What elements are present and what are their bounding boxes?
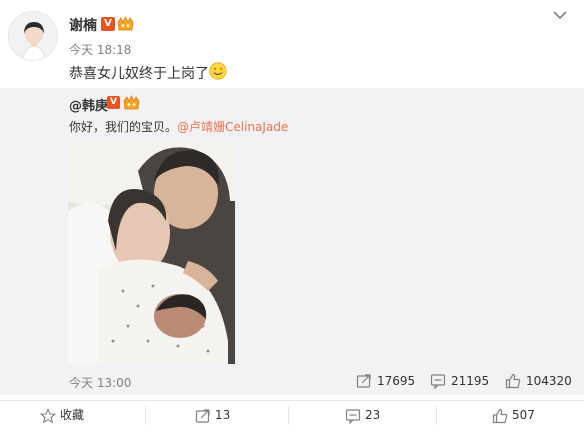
weibo-post-card: 谢楠 V 今天 18:18 恭喜女儿奴终于上岗了 @韩庚 V 你好，我们的宝贝。… — [0, 0, 584, 430]
original-post-timestamp[interactable]: 今天 13:00 — [69, 374, 131, 391]
post-photo[interactable] — [68, 141, 235, 364]
post-action-bar: 收藏 13 23 507 — [0, 400, 584, 430]
original-like-count-value: 104320 — [526, 374, 572, 388]
like-count: 507 — [512, 408, 535, 422]
smile-emoji-icon — [209, 62, 227, 80]
author-name[interactable]: 谢楠 — [69, 15, 97, 35]
original-author-name[interactable]: @韩庚 — [69, 95, 108, 114]
comment-icon — [430, 374, 446, 389]
repost-icon — [195, 409, 210, 423]
action-divider — [436, 406, 437, 425]
avatar-portrait — [9, 12, 57, 60]
original-post-body: 你好，我们的宝贝。 — [69, 120, 178, 134]
repost-icon — [356, 374, 371, 388]
star-icon — [40, 408, 56, 424]
mention-link[interactable]: @卢靖姗CelinaJade — [177, 120, 288, 134]
verified-badge-icon: V — [107, 96, 120, 109]
vip-crown-icon — [123, 95, 140, 110]
post-timestamp[interactable]: 今天 18:18 — [69, 41, 131, 58]
family-photo-illustration — [68, 141, 235, 364]
comment-count: 23 — [365, 408, 381, 422]
original-repost-count-value: 17695 — [377, 374, 416, 388]
repost-count: 13 — [215, 408, 231, 422]
action-divider — [288, 406, 289, 425]
comment-icon — [345, 409, 361, 424]
action-divider — [145, 406, 146, 425]
post-text: 恭喜女儿奴终于上岗了 — [69, 66, 209, 82]
vip-crown-icon — [117, 16, 134, 31]
original-post-text: 你好，我们的宝贝。@卢靖姗CelinaJade — [69, 118, 288, 135]
favorite-label: 收藏 — [60, 408, 85, 422]
author-avatar[interactable] — [8, 11, 58, 61]
thumbs-up-icon — [492, 408, 508, 424]
thumbs-up-icon — [505, 373, 521, 389]
original-comment-count-value: 21195 — [451, 374, 490, 388]
chevron-down-icon[interactable] — [553, 10, 567, 20]
verified-badge-icon: V — [101, 17, 115, 31]
